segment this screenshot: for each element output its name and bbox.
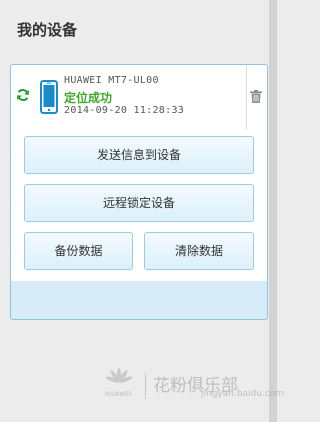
remote-lock-label: 远程锁定设备 — [102, 196, 175, 210]
phone-icon — [40, 80, 58, 114]
remote-lock-button[interactable]: 远程锁定设备 — [24, 184, 254, 222]
refresh-icon[interactable] — [16, 88, 30, 102]
huawei-logo-icon — [105, 368, 133, 383]
watermark-url: jingyan.baidu.com — [201, 389, 285, 399]
watermark-brand: HUAWEI — [105, 391, 133, 398]
trash-icon[interactable] — [250, 90, 262, 103]
backup-data-label: 备份数据 — [54, 244, 103, 258]
wipe-data-button[interactable]: 清除数据 — [144, 232, 254, 270]
watermark: HUAWEI 花粉俱乐部 jingyan.baidu.com — [105, 365, 284, 405]
device-model: HUAWEI MT7-UL00 — [64, 75, 159, 86]
backup-data-button[interactable]: 备份数据 — [24, 232, 133, 270]
send-message-button[interactable]: 发送信息到设备 — [24, 136, 254, 174]
send-message-label: 发送信息到设备 — [96, 148, 181, 162]
scroll-edge — [269, 0, 277, 422]
location-timestamp: 2014-09-20 11:28:33 — [64, 105, 185, 116]
divider — [246, 65, 247, 129]
device-card: HUAWEI MT7-UL00 定位成功 2014-09-20 11:28:33… — [10, 64, 268, 320]
wipe-data-label: 清除数据 — [174, 244, 223, 258]
action-panel: 发送信息到设备 远程锁定设备 备份数据 清除数据 — [11, 129, 267, 281]
watermark-separator — [145, 373, 146, 399]
location-status: 定位成功 — [64, 91, 113, 105]
page-title: 我的设备 — [17, 21, 78, 39]
device-info-row: HUAWEI MT7-UL00 定位成功 2014-09-20 11:28:33 — [11, 65, 267, 130]
